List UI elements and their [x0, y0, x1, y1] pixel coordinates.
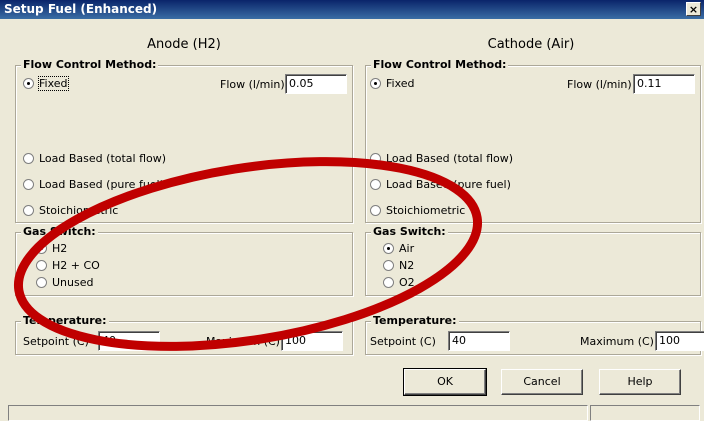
anode-gas-h2-co[interactable]: H2 + CO [36, 259, 100, 273]
cathode-gas-air[interactable]: Air [383, 242, 414, 256]
anode-gas-h2-label: H2 [52, 242, 68, 255]
cathode-flow-label: Flow (l/min) [567, 78, 632, 91]
radio-unselected-icon [370, 153, 381, 164]
anode-radio-fixed-label: Fixed [38, 76, 69, 91]
cathode-heading: Cathode (Air) [487, 37, 575, 52]
anode-radio-load-total[interactable]: Load Based (total flow) [23, 152, 166, 166]
cathode-maximum-label: Maximum (C) [580, 335, 654, 348]
cancel-button[interactable]: Cancel [501, 369, 583, 395]
anode-radio-load-pure[interactable]: Load Based (pure fuel) [23, 178, 164, 192]
radio-unselected-icon [370, 205, 381, 216]
cathode-gas-switch-legend: Gas Switch: [371, 225, 448, 238]
cathode-radio-fixed[interactable]: Fixed [370, 77, 415, 91]
cathode-gas-switch-group: Gas Switch: [365, 225, 701, 296]
cathode-gas-n2-label: N2 [399, 259, 415, 272]
title-bar: Setup Fuel (Enhanced) × [0, 0, 704, 19]
radio-selected-icon [383, 243, 394, 254]
anode-radio-fixed[interactable]: Fixed [23, 76, 69, 91]
cathode-gas-n2[interactable]: N2 [383, 259, 414, 273]
anode-gas-unused[interactable]: Unused [36, 276, 93, 290]
cathode-gas-air-label: Air [399, 242, 415, 255]
radio-unselected-icon [36, 260, 47, 271]
cathode-radio-load-total[interactable]: Load Based (total flow) [370, 152, 513, 166]
anode-flow-control-legend: Flow Control Method: [21, 58, 159, 71]
anode-setpoint-label: Setpoint (C) [23, 335, 89, 348]
cathode-radio-load-pure-label: Load Based (pure fuel) [386, 178, 511, 191]
radio-unselected-icon [23, 153, 34, 164]
cathode-radio-load-pure[interactable]: Load Based (pure fuel) [370, 178, 511, 192]
cathode-radio-stoich[interactable]: Stoichiometric [370, 204, 465, 218]
help-button[interactable]: Help [599, 369, 681, 395]
cathode-radio-load-total-label: Load Based (total flow) [386, 152, 514, 165]
cathode-setpoint-label: Setpoint (C) [370, 335, 436, 348]
anode-radio-load-pure-label: Load Based (pure fuel) [39, 178, 164, 191]
cathode-maximum-input[interactable]: 100 [655, 331, 704, 351]
cathode-flow-control-legend: Flow Control Method: [371, 58, 509, 71]
status-pane-secondary [590, 405, 700, 421]
anode-radio-stoich-label: Stoichiometric [39, 204, 119, 217]
anode-gas-h2-co-label: H2 + CO [52, 259, 100, 272]
anode-radio-load-total-label: Load Based (total flow) [39, 152, 167, 165]
radio-selected-icon [23, 78, 34, 89]
anode-flow-input[interactable]: 0.05 [285, 74, 347, 94]
cathode-temperature-legend: Temperature: [371, 314, 459, 327]
radio-selected-icon [36, 243, 47, 254]
cathode-gas-o2-label: O2 [399, 276, 415, 289]
anode-maximum-input[interactable]: 100 [281, 331, 343, 351]
anode-flow-label: Flow (l/min) [220, 78, 285, 91]
status-bar [0, 403, 704, 421]
anode-gas-h2[interactable]: H2 [36, 242, 67, 256]
anode-heading: Anode (H2) [147, 37, 221, 52]
setup-fuel-dialog: Setup Fuel (Enhanced) × Anode (H2) Catho… [0, 0, 704, 421]
radio-unselected-icon [383, 277, 394, 288]
anode-radio-stoich[interactable]: Stoichiometric [23, 204, 118, 218]
cathode-radio-stoich-label: Stoichiometric [386, 204, 466, 217]
radio-unselected-icon [36, 277, 47, 288]
window-title: Setup Fuel (Enhanced) [4, 2, 158, 16]
close-button[interactable]: × [686, 2, 701, 16]
radio-unselected-icon [383, 260, 394, 271]
anode-maximum-label: Maximum (C) [206, 335, 280, 348]
cathode-flow-input[interactable]: 0.11 [633, 74, 695, 94]
radio-unselected-icon [23, 179, 34, 190]
radio-unselected-icon [23, 205, 34, 216]
radio-selected-icon [370, 78, 381, 89]
anode-temperature-legend: Temperature: [21, 314, 109, 327]
anode-setpoint-input[interactable]: 40 [98, 331, 160, 351]
cathode-gas-o2[interactable]: O2 [383, 276, 415, 290]
anode-gas-switch-legend: Gas Switch: [21, 225, 98, 238]
anode-gas-unused-label: Unused [52, 276, 94, 289]
radio-unselected-icon [370, 179, 381, 190]
cathode-radio-fixed-label: Fixed [386, 77, 415, 90]
ok-button[interactable]: OK [403, 368, 487, 396]
cathode-setpoint-input[interactable]: 40 [448, 331, 510, 351]
status-pane-main [8, 405, 588, 421]
